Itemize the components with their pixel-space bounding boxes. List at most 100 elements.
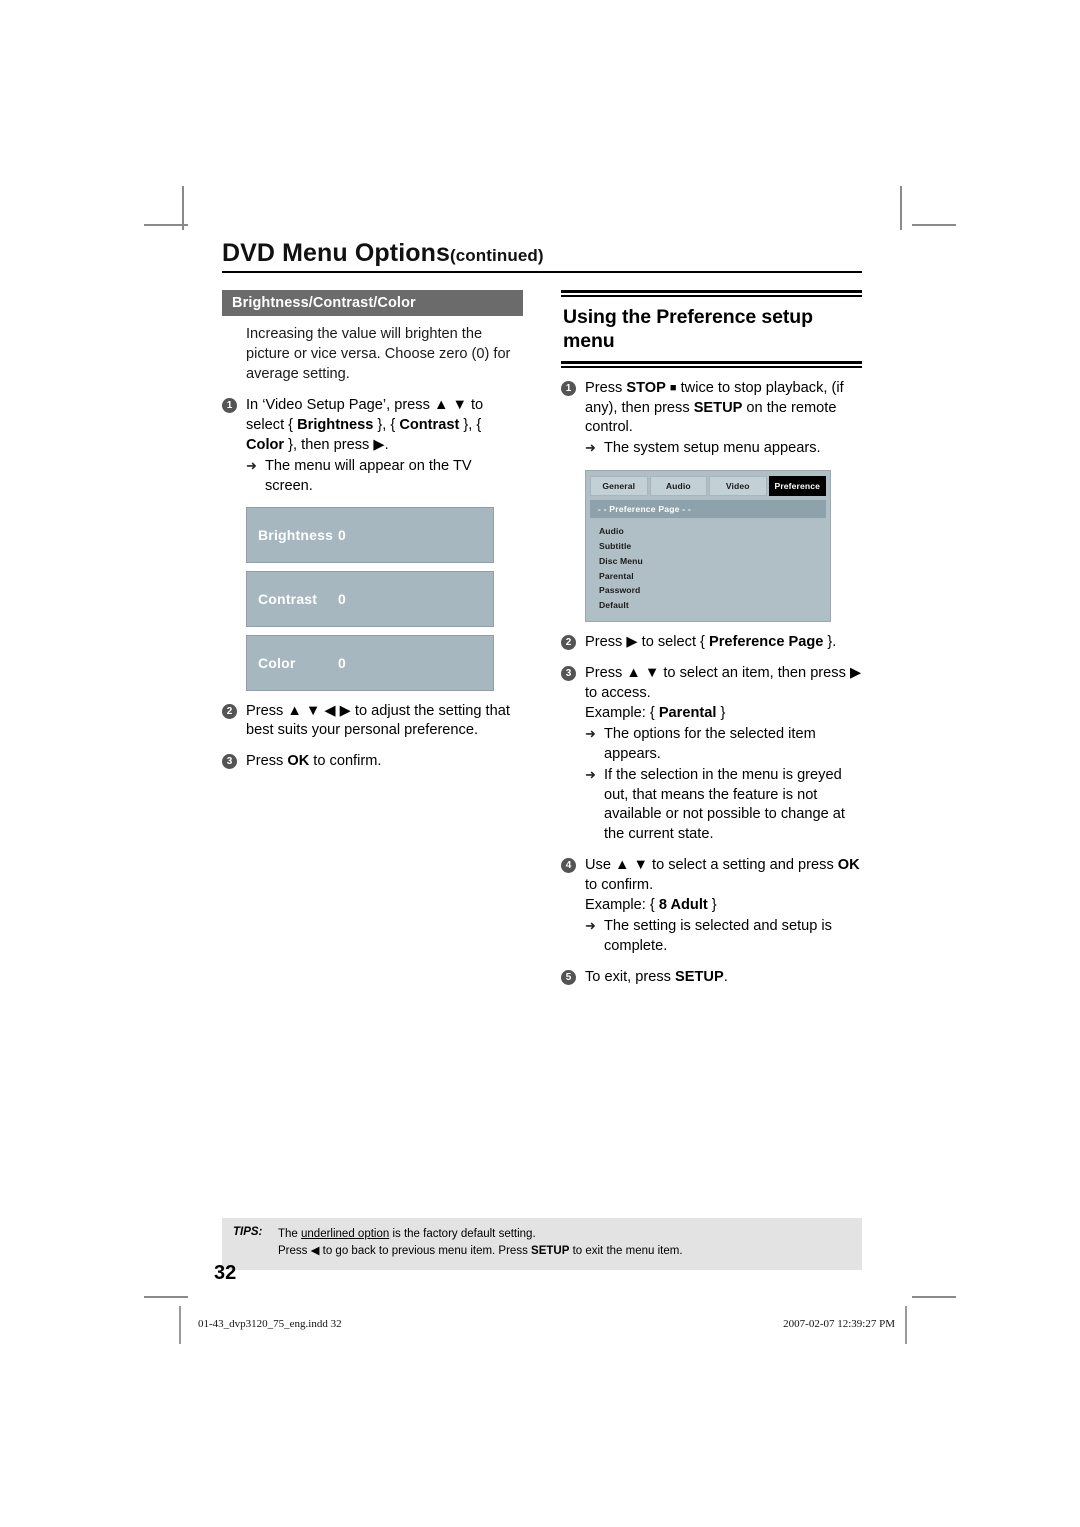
tips-line-2-b: to go back to previous menu item. Press [319, 1245, 532, 1258]
arrow-up-down-icon: ▲ ▼ [626, 665, 660, 682]
print-footer-filename: 01-43_dvp3120_75_eng.indd 32 [198, 1318, 342, 1330]
tv-menu-item-audio[interactable]: Audio [599, 524, 826, 539]
option-brightness: Brightness [297, 416, 374, 433]
result-arrow-icon: ➜ [585, 918, 596, 933]
step-1-text-a: In ‘Video Setup Page’, press [246, 396, 434, 413]
step-r3-example: Example: { Parental } [585, 704, 862, 724]
tv-tab-video[interactable]: Video [709, 476, 767, 497]
step-r1-text-a: Press [585, 379, 627, 396]
key-setup: SETUP [693, 399, 743, 416]
chapter-title-continued: (continued) [449, 246, 544, 265]
tv-tab-general[interactable]: General [590, 476, 648, 497]
step-r3-example-close: } [716, 704, 726, 721]
step-number-badge: 1 [561, 380, 576, 396]
step-r4-example-label: Example: { [585, 897, 659, 914]
step-1-text-d: }, { [373, 416, 400, 433]
step-number-badge: 3 [222, 754, 237, 770]
arrow-up-down-icon: ▲ ▼ [615, 857, 648, 874]
step-r4-example-close: } [707, 897, 717, 914]
tips-line-1-b: is the factory default setting. [389, 1228, 536, 1240]
crop-mark-bottom-right-horizontal [912, 1296, 956, 1298]
tv-menu-item-subtitle[interactable]: Subtitle [599, 539, 826, 554]
page-title: DVD Menu Options(continued) [222, 240, 862, 269]
step-1-text-e: }, [459, 416, 473, 433]
tv-menu-item-parental[interactable]: Parental [599, 569, 826, 584]
crop-mark-top-left-horizontal [144, 224, 188, 226]
step-r3-result-1: ➜ The options for the selected item appe… [585, 725, 862, 765]
arrow-keys-icon: ▲ ▼ ◀ ▶ [287, 702, 351, 719]
step-r4-result-text: The setting is selected and setup is com… [604, 918, 832, 954]
step-r2-text-c: }. [823, 634, 837, 651]
footer-rule-left [179, 1306, 181, 1344]
step-r1-result: ➜ The system setup menu appears. [585, 439, 862, 459]
crop-mark-bottom-left-horizontal [144, 1296, 188, 1298]
tips-line-1: The underlined option is the factory def… [278, 1226, 683, 1243]
section-heading-preference-setup: Using the Preference setup menu [561, 297, 862, 360]
step-r3-text-b: to select an item, then press [659, 665, 850, 682]
step-1-text-g: }, then press [284, 436, 374, 453]
step-left-1: 1 In ‘Video Setup Page’, press ▲ ▼ to se… [222, 396, 523, 497]
intro-line-1: Increasing the value will brighten the [246, 326, 483, 343]
step-r1-result-text: The system setup menu appears. [604, 440, 821, 457]
option-parental: Parental [658, 704, 717, 721]
tips-line-2-c: to exit the menu item. [569, 1245, 683, 1258]
tips-content: The underlined option is the factory def… [278, 1226, 683, 1261]
crop-mark-top-right-horizontal [912, 224, 956, 226]
left-column: Brightness/Contrast/Color Increasing the… [222, 290, 523, 987]
osd-box-brightness[interactable]: Brightness 0 [246, 506, 494, 563]
step-r4-example: Example: { 8 Adult } [585, 896, 862, 916]
intro-paragraph: Increasing the value will brighten the p… [222, 325, 523, 385]
step-r3-result-2-text: If the selection in the menu is greyed o… [604, 766, 845, 843]
step-r3-text-c: to access. [585, 685, 651, 702]
osd-box-contrast[interactable]: Contrast 0 [246, 570, 494, 627]
option-contrast: Contrast [399, 416, 460, 433]
section-heading-rule-bottom [561, 360, 862, 368]
step-r4-text-b: to select a setting and press [647, 857, 838, 874]
osd-box-contrast-value: 0 [338, 590, 346, 607]
step-r2-text-a: Press [585, 634, 627, 651]
tv-tab-preference[interactable]: Preference [768, 476, 826, 497]
page-number: 32 [214, 1262, 237, 1284]
step-left-3: 3 Press OK to confirm. [222, 752, 523, 772]
key-setup: SETUP [675, 968, 724, 985]
step-number-badge: 3 [561, 666, 576, 682]
step-1-text-b: to [466, 396, 484, 413]
osd-box-brightness-value: 0 [338, 526, 346, 543]
tips-line-2: Press ◀ to go back to previous menu item… [278, 1243, 683, 1260]
stop-square-icon: ■ [669, 381, 677, 394]
print-footer-timestamp: 2007-02-07 12:39:27 PM [783, 1318, 895, 1330]
tv-menu-item-default[interactable]: Default [599, 598, 826, 613]
osd-value-boxes: Brightness 0 Contrast 0 Color 0 [222, 506, 523, 691]
tips-underlined-option: underlined option [301, 1228, 390, 1240]
step-1-result: ➜ The menu will appear on the TV screen. [246, 457, 523, 497]
result-arrow-icon: ➜ [585, 440, 596, 456]
arrow-up-down-icon: ▲ ▼ [433, 396, 467, 413]
page-content: DVD Menu Options(continued) Brightness/C… [222, 240, 862, 988]
step-left-2: 2 Press ▲ ▼ ◀ ▶ to adjust the setting th… [222, 702, 523, 742]
tv-tab-audio[interactable]: Audio [649, 476, 707, 497]
step-number-badge: 5 [561, 969, 576, 985]
step-r4-text-c: to confirm. [585, 877, 654, 894]
step-r3-text-a: Press [585, 665, 627, 682]
section-heading-line-1: Using the Preference setup [563, 306, 813, 329]
two-column-layout: Brightness/Contrast/Color Increasing the… [222, 290, 862, 987]
result-arrow-icon: ➜ [585, 725, 596, 741]
tv-menu-tabs: General Audio Video Preference [590, 476, 826, 497]
tv-menu-item-list: Audio Subtitle Disc Menu Parental Passwo… [590, 518, 826, 616]
step-number-badge: 2 [561, 635, 576, 651]
tips-line-1-a: The [278, 1228, 302, 1240]
step-2-text-a: Press [246, 702, 288, 719]
osd-box-color-label: Color [258, 654, 296, 671]
arrow-right-icon: ▶ [373, 436, 385, 453]
tv-menu-item-disc-menu[interactable]: Disc Menu [599, 554, 826, 569]
tips-box: TIPS: The underlined option is the facto… [222, 1218, 862, 1270]
header-rule [222, 271, 862, 274]
step-r5-text-a: To exit, press [585, 968, 676, 985]
chapter-title-text: DVD Menu Options [222, 239, 450, 267]
tv-menu-item-password[interactable]: Password [599, 583, 826, 598]
step-number-badge: 4 [561, 858, 576, 874]
tips-line-2-a: Press [278, 1245, 311, 1258]
step-right-4: 4 Use ▲ ▼ to select a setting and press … [561, 856, 862, 957]
osd-box-color[interactable]: Color 0 [246, 634, 494, 691]
option-preference-page: Preference Page [708, 634, 824, 651]
